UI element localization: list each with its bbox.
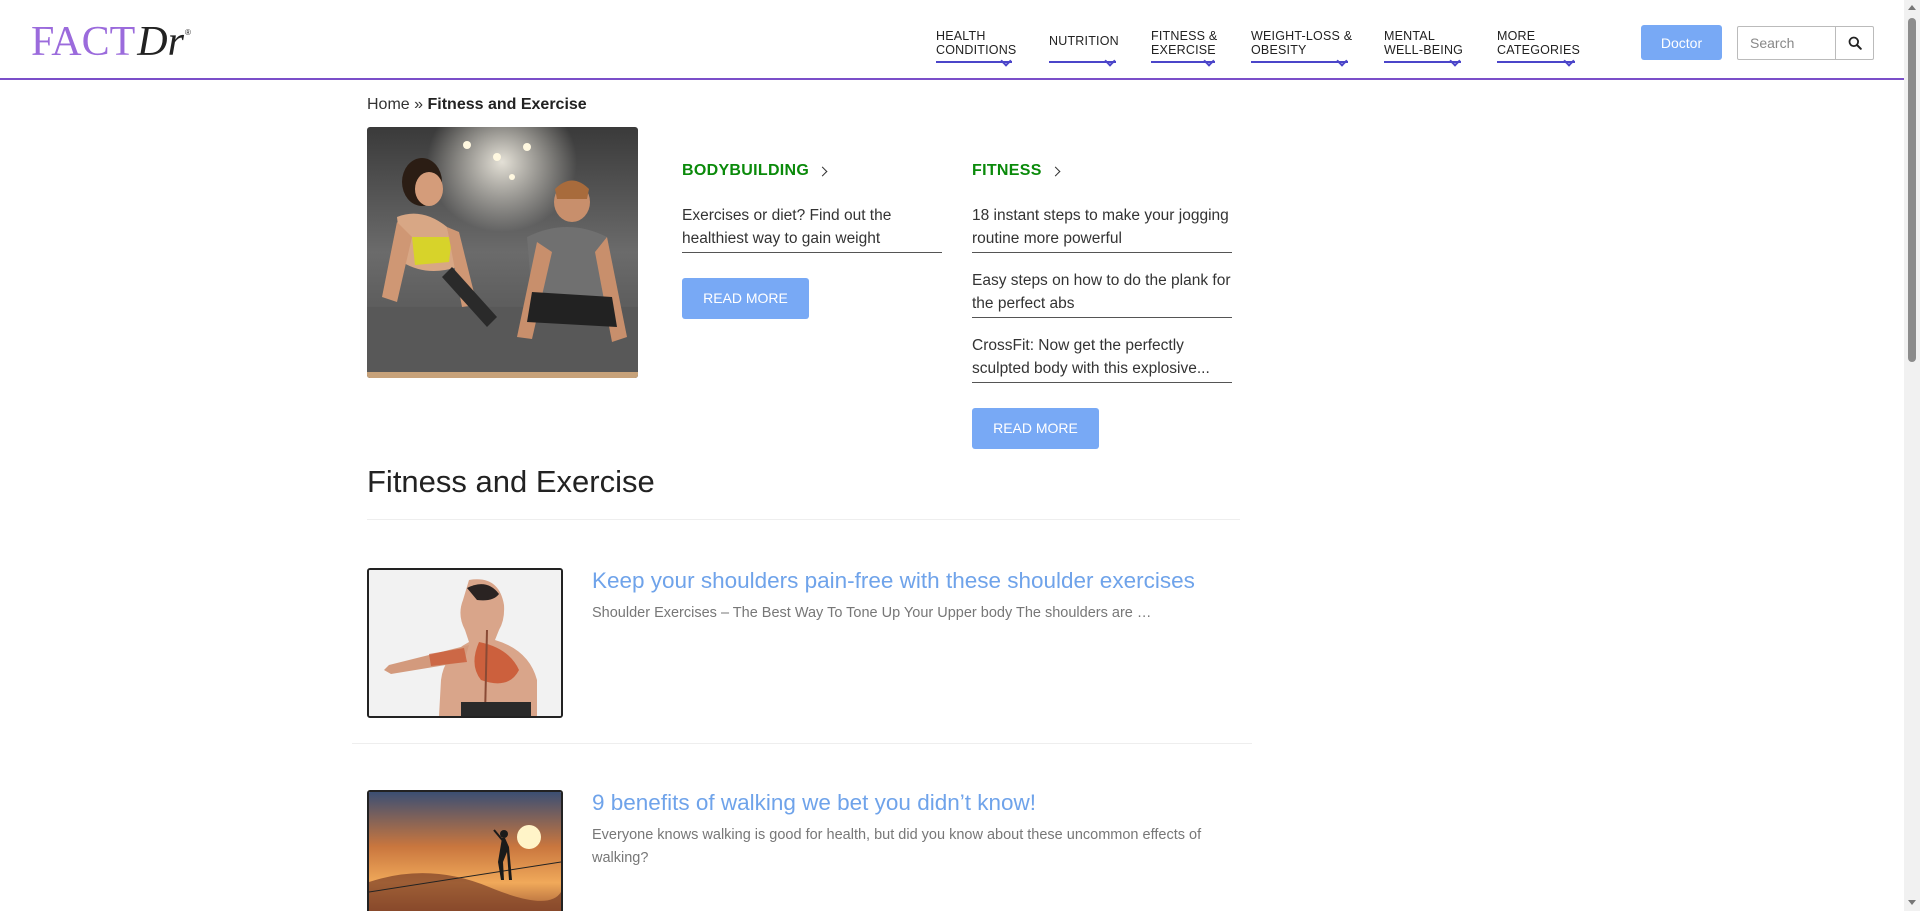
scroll-thumb[interactable] bbox=[1908, 18, 1916, 362]
nav-label-line1: HEALTH bbox=[936, 29, 986, 43]
category-column-bodybuilding: BODYBUILDING Exercises or diet? Find out… bbox=[682, 162, 942, 319]
category-link-fitness[interactable]: FITNESS bbox=[972, 162, 1232, 180]
nav-label-line1: MENTAL bbox=[1384, 29, 1435, 43]
nav-item-health-conditions[interactable]: HEALTH CONDITIONS bbox=[936, 29, 1017, 67]
nav-label-line2: CATEGORIES bbox=[1497, 43, 1581, 57]
scroll-down-arrow-icon[interactable] bbox=[1908, 900, 1916, 905]
breadcrumb: Home » Fitness and Exercise bbox=[367, 96, 587, 114]
divider bbox=[367, 519, 1240, 520]
search-form bbox=[1737, 26, 1874, 60]
category-article-link[interactable]: Exercises or diet? Find out the healthie… bbox=[682, 204, 942, 253]
gym-couple-image bbox=[367, 127, 638, 378]
nav-label-line2: WELL-BEING bbox=[1384, 43, 1464, 57]
logo-registered-mark: ® bbox=[184, 28, 191, 37]
nav-label-line2: CONDITIONS bbox=[936, 43, 1017, 57]
read-more-button[interactable]: READ MORE bbox=[682, 278, 809, 319]
sunset-walker-image bbox=[369, 792, 561, 911]
nav-underline bbox=[1251, 61, 1348, 63]
article-title-link[interactable]: 9 benefits of walking we bet you didn’t … bbox=[592, 790, 1036, 816]
category-article-list: 18 instant steps to make your jogging ro… bbox=[972, 204, 1232, 383]
logo-fact: FACT bbox=[31, 19, 136, 65]
chevron-down-icon bbox=[1336, 55, 1348, 67]
scroll-up-arrow-icon[interactable] bbox=[1908, 5, 1916, 10]
chevron-down-icon bbox=[1000, 55, 1012, 67]
page-title: Fitness and Exercise bbox=[367, 464, 655, 499]
chevron-down-icon bbox=[1563, 55, 1575, 67]
nav-item-nutrition[interactable]: NUTRITION bbox=[1049, 34, 1119, 67]
article-title-link[interactable]: Keep your shoulders pain-free with these… bbox=[592, 568, 1195, 594]
category-link-bodybuilding[interactable]: BODYBUILDING bbox=[682, 162, 942, 180]
nav-label-line1: WEIGHT-LOSS & bbox=[1251, 29, 1353, 43]
divider bbox=[352, 743, 1252, 744]
search-button[interactable] bbox=[1835, 27, 1873, 59]
article-thumbnail[interactable] bbox=[367, 790, 563, 911]
article-thumbnail[interactable] bbox=[367, 568, 563, 718]
category-article-list: Exercises or diet? Find out the healthie… bbox=[682, 204, 942, 253]
article-card: 9 benefits of walking we bet you didn’t … bbox=[367, 790, 1240, 911]
page-scrollbar[interactable] bbox=[1904, 0, 1920, 911]
article-card: Keep your shoulders pain-free with these… bbox=[367, 568, 1240, 718]
nav-item-mental-well-being[interactable]: MENTAL WELL-BEING bbox=[1384, 29, 1464, 67]
feature-image-workout[interactable] bbox=[367, 127, 638, 378]
shoulder-anatomy-image bbox=[369, 570, 561, 716]
chevron-down-icon bbox=[1104, 55, 1116, 67]
logo-dr: Dr bbox=[137, 19, 184, 65]
nav-item-fitness-exercise[interactable]: FITNESS & EXERCISE bbox=[1151, 29, 1218, 67]
nav-label-line1: FITNESS & bbox=[1151, 29, 1218, 43]
nav-label-line2: OBESITY bbox=[1251, 43, 1307, 57]
category-article-link[interactable]: 18 instant steps to make your jogging ro… bbox=[972, 204, 1232, 253]
site-header: FACT Dr ® HEALTH CONDITIONS NUTRITION FI… bbox=[0, 0, 1904, 80]
category-title: BODYBUILDING bbox=[682, 162, 810, 179]
category-article-link[interactable]: CrossFit: Now get the perfectly sculpted… bbox=[972, 334, 1232, 383]
category-article-link[interactable]: Easy steps on how to do the plank for th… bbox=[972, 269, 1232, 318]
nav-label-line1: MORE bbox=[1497, 29, 1536, 43]
nav-label-line2: EXERCISE bbox=[1151, 43, 1216, 57]
breadcrumb-home-link[interactable]: Home bbox=[367, 96, 410, 113]
article-excerpt: Everyone knows walking is good for healt… bbox=[592, 827, 1202, 866]
category-title: FITNESS bbox=[972, 162, 1042, 179]
category-column-fitness: FITNESS 18 instant steps to make your jo… bbox=[972, 162, 1232, 449]
nav-item-weight-loss-obesity[interactable]: WEIGHT-LOSS & OBESITY bbox=[1251, 29, 1353, 67]
search-icon bbox=[1848, 36, 1862, 50]
doctor-button[interactable]: Doctor bbox=[1641, 25, 1722, 60]
chevron-right-icon bbox=[1050, 166, 1061, 177]
nav-item-more-categories[interactable]: MORE CATEGORIES bbox=[1497, 29, 1581, 67]
read-more-button[interactable]: READ MORE bbox=[972, 408, 1099, 449]
breadcrumb-current: Fitness and Exercise bbox=[427, 96, 587, 113]
chevron-right-icon bbox=[817, 166, 828, 177]
chevron-down-icon bbox=[1449, 55, 1461, 67]
site-logo[interactable]: FACT Dr ® bbox=[31, 19, 191, 65]
breadcrumb-separator: » bbox=[414, 96, 424, 113]
article-excerpt: Shoulder Exercises – The Best Way To Ton… bbox=[592, 605, 1152, 621]
nav-label-line1: NUTRITION bbox=[1049, 34, 1119, 48]
search-input[interactable] bbox=[1738, 27, 1835, 59]
chevron-down-icon bbox=[1203, 55, 1215, 67]
